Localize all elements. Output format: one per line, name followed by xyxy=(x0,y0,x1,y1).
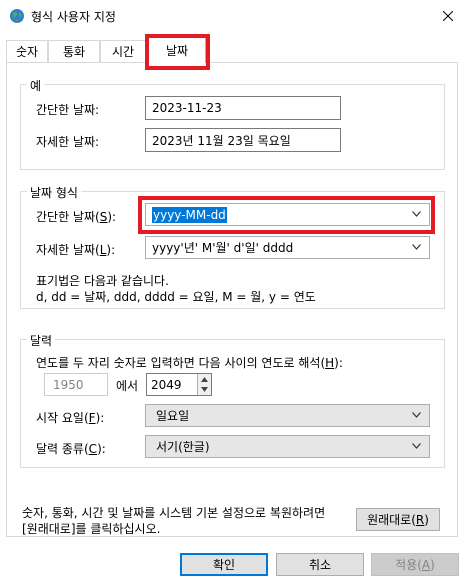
notation-line-1: 표기법은 다음과 같습니다. xyxy=(36,274,169,288)
short-date-format-combo[interactable]: yyyy-MM-dd xyxy=(145,203,430,226)
first-day-combo[interactable]: 일요일 xyxy=(145,404,430,427)
tab-date[interactable]: 날짜 xyxy=(148,36,206,63)
chevron-down-icon xyxy=(412,443,421,449)
chevron-down-icon xyxy=(412,412,421,418)
close-button[interactable] xyxy=(430,0,465,31)
window-title: 형식 사용자 지정 xyxy=(31,10,116,24)
notation-line-2: d, dd = 날짜, ddd, dddd = 요일, M = 월, y = 연… xyxy=(36,290,316,304)
close-icon xyxy=(442,10,453,21)
tab-label: 숫자 xyxy=(15,45,39,59)
chevron-down-icon xyxy=(412,244,421,250)
example-short-date-label: 간단한 날짜: xyxy=(36,103,100,117)
calendar-group-label: 달력 xyxy=(27,332,56,349)
between-text: 에서 xyxy=(116,379,139,393)
spin-up-icon[interactable] xyxy=(201,377,208,382)
first-day-label: 시작 요일(F): xyxy=(36,411,105,425)
example-group-label: 예 xyxy=(27,77,45,94)
tab-label: 시간 xyxy=(111,45,135,59)
long-date-format-label: 자세한 날짜(L): xyxy=(36,243,116,257)
to-year-input[interactable]: 2049 xyxy=(146,373,212,396)
year-spinner[interactable] xyxy=(197,374,211,395)
title-bar: 형식 사용자 지정 xyxy=(0,0,465,31)
tab-number[interactable]: 숫자 xyxy=(6,40,48,62)
restore-text-line-2: [원래대로]를 클릭하십시오. xyxy=(22,522,161,536)
first-day-value: 일요일 xyxy=(156,409,190,423)
calendar-type-combo[interactable]: 서기(한글) xyxy=(145,435,430,458)
ok-button[interactable]: 확인 xyxy=(180,553,268,576)
apply-button[interactable]: 적용(A) xyxy=(371,553,459,576)
tab-label: 통화 xyxy=(62,45,86,59)
from-year-input: 1950 xyxy=(44,373,108,396)
two-digit-year-label: 연도를 두 자리 숫자로 입력하면 다음 사이의 연도로 해석(H): xyxy=(36,356,343,370)
example-long-date-value: 2023년 11월 23일 목요일 xyxy=(145,128,341,152)
short-date-format-label: 간단한 날짜(S): xyxy=(36,210,117,224)
globe-icon xyxy=(10,9,24,23)
restore-text-line-1: 숫자, 통화, 시간 및 날짜를 시스템 기본 설정으로 복원하려면 xyxy=(22,506,326,520)
calendar-type-label: 달력 종류(C): xyxy=(36,442,106,456)
chevron-down-icon xyxy=(412,211,421,217)
long-date-format-value: yyyy'년' M'월' d'일' dddd xyxy=(152,241,294,255)
restore-button[interactable]: 원래대로(R) xyxy=(356,508,440,531)
spin-down-icon[interactable] xyxy=(201,387,208,392)
tab-time[interactable]: 시간 xyxy=(100,40,146,62)
to-year-value: 2049 xyxy=(151,377,182,392)
calendar-type-value: 서기(한글) xyxy=(156,440,210,454)
cancel-button[interactable]: 취소 xyxy=(276,553,364,576)
short-date-format-value: yyyy-MM-dd xyxy=(152,206,227,223)
example-long-date-label: 자세한 날짜: xyxy=(36,135,100,149)
date-format-group-label: 날짜 형식 xyxy=(27,184,81,201)
example-short-date-value: 2023-11-23 xyxy=(145,96,341,120)
tab-label: 날짜 xyxy=(165,43,189,58)
long-date-format-combo[interactable]: yyyy'년' M'월' d'일' dddd xyxy=(145,236,430,259)
tab-currency[interactable]: 통화 xyxy=(48,40,100,62)
